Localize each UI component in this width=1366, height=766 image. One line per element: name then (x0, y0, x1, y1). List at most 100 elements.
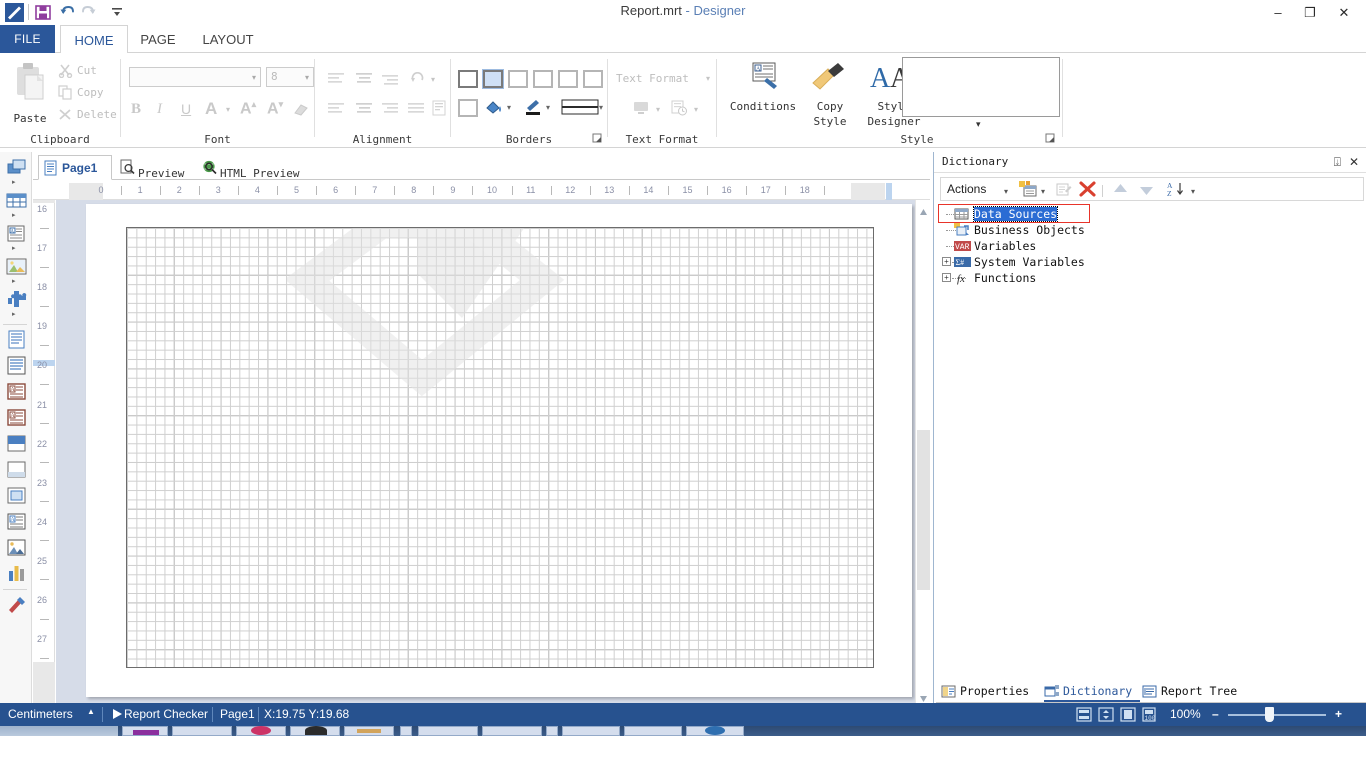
vertical-ruler[interactable]: 161718192021222324252627 (33, 200, 55, 703)
report-page-sheet[interactable] (86, 204, 912, 697)
panel-tab-properties[interactable]: Properties (941, 683, 1037, 702)
text-format-monitor-button[interactable] (632, 99, 650, 122)
chevron-down-icon[interactable]: ▾ (507, 103, 511, 112)
border-outline-button[interactable] (483, 70, 503, 88)
components-tool[interactable] (6, 289, 27, 310)
units-caret-icon[interactable]: ▲ (87, 707, 95, 716)
view-actual-size-icon[interactable]: 100 (1142, 707, 1158, 722)
band-tool[interactable] (6, 157, 27, 178)
taskbar-item[interactable] (122, 726, 168, 736)
move-up-icon[interactable] (1113, 183, 1128, 201)
sub-report-tool[interactable]: A (6, 407, 27, 428)
close-button[interactable]: ✕ (1328, 4, 1360, 22)
align-right-button[interactable] (381, 73, 401, 92)
taskbar-item[interactable] (172, 726, 232, 736)
report-design-grid[interactable] (126, 227, 874, 668)
move-down-icon[interactable] (1139, 183, 1154, 201)
conditions-button[interactable]: A Conditions (729, 61, 797, 113)
word-wrap-button[interactable] (431, 99, 449, 122)
dictionary-tree[interactable]: Data Sources Business Objects VAR Variab… (940, 206, 1364, 766)
sort-az-icon[interactable]: AZ (1167, 181, 1185, 203)
tab-file[interactable]: FILE (0, 25, 55, 53)
align-left-button[interactable] (327, 71, 347, 90)
close-icon[interactable]: ✕ (1349, 155, 1359, 169)
view-continuous-icon[interactable] (1098, 707, 1114, 722)
table-tool-arrow-icon[interactable]: ▸ (12, 212, 20, 220)
rich-text-tool[interactable] (6, 355, 27, 376)
style-gallery-more-icon[interactable]: ▾ (976, 119, 981, 130)
fill-color-button[interactable] (484, 97, 504, 122)
taskbar-item[interactable] (546, 726, 558, 736)
table-cell-tool[interactable]: A (6, 511, 27, 532)
tab-page[interactable]: PAGE (132, 25, 184, 53)
border-style-button[interactable] (561, 99, 599, 120)
chevron-down-icon[interactable]: ▾ (694, 105, 698, 114)
chevron-down-icon[interactable]: ▾ (546, 103, 550, 112)
border-bottom-button[interactable] (533, 70, 553, 88)
copy-style-button[interactable]: Copy Style (802, 61, 858, 128)
edit-icon[interactable] (1056, 182, 1072, 202)
border-right-button[interactable] (583, 70, 603, 88)
copy-button[interactable]: Copy (58, 83, 116, 103)
delete-icon[interactable] (1079, 181, 1096, 203)
panel-tab-report-tree[interactable]: Report Tree (1142, 683, 1248, 702)
canvas-vertical-scrollbar[interactable] (915, 200, 930, 703)
components-tool-arrow-icon[interactable]: ▸ (12, 311, 20, 319)
underline-button[interactable]: U (181, 101, 191, 117)
style-gallery[interactable] (902, 57, 1060, 117)
restore-button[interactable]: ❐ (1294, 4, 1326, 22)
page-tab-page1[interactable]: Page1 (38, 155, 112, 180)
taskbar-item[interactable] (482, 726, 542, 736)
border-top-button[interactable] (508, 70, 528, 88)
paste-button[interactable]: Paste (6, 61, 54, 125)
align-bottom-button[interactable] (381, 101, 401, 120)
text-format-dropdown[interactable]: Text Format ▾ (616, 71, 712, 89)
scroll-down-icon[interactable] (919, 690, 928, 699)
band-tool-arrow-icon[interactable]: ▸ (12, 179, 20, 187)
table-tool[interactable] (6, 190, 27, 211)
tab-layout[interactable]: LAYOUT (192, 25, 264, 53)
zoom-out-button[interactable]: – (1212, 707, 1219, 721)
chevron-down-icon[interactable]: ▾ (431, 75, 435, 84)
font-family-combo[interactable]: ▾ (129, 67, 261, 87)
taskbar-item[interactable] (686, 726, 744, 736)
tab-home[interactable]: HOME (60, 25, 128, 54)
align-middle-button[interactable] (355, 101, 375, 120)
cross-tab-tool-arrow-icon[interactable]: ▸ (12, 245, 20, 253)
actions-menu-label[interactable]: Actions (947, 182, 986, 196)
scroll-up-icon[interactable] (919, 204, 928, 213)
font-color-button[interactable]: A (205, 99, 217, 119)
picture-tool[interactable] (6, 537, 27, 558)
container-tool[interactable] (6, 485, 27, 506)
taskbar-item[interactable] (624, 726, 682, 736)
status-report-checker[interactable]: Report Checker (124, 707, 208, 721)
expand-icon[interactable]: + (942, 273, 951, 282)
minimize-button[interactable]: – (1262, 4, 1294, 22)
panel-tab-dictionary[interactable]: Dictionary (1044, 683, 1140, 702)
clone-panel-tool[interactable] (6, 459, 27, 480)
taskbar-item[interactable] (290, 726, 340, 736)
canvas-scroll-thumb[interactable] (917, 430, 930, 590)
border-left-button[interactable] (558, 70, 578, 88)
taskbar-item[interactable] (344, 726, 394, 736)
text-tool[interactable] (6, 329, 27, 350)
align-top-button[interactable] (327, 101, 347, 120)
shrink-font-button[interactable]: A▾ (267, 99, 283, 118)
chevron-down-icon[interactable]: ▾ (1041, 187, 1045, 196)
grow-font-button[interactable]: A▴ (240, 99, 256, 118)
chevron-down-icon[interactable]: ▾ (599, 103, 603, 112)
report-canvas-area[interactable] (56, 200, 930, 703)
zoom-slider-track[interactable] (1228, 714, 1326, 716)
clear-formatting-icon[interactable] (293, 101, 309, 122)
image-tool-arrow-icon[interactable]: ▸ (12, 278, 20, 286)
chart-tool[interactable] (6, 563, 27, 584)
page-tab-html-preview[interactable]: HTML Preview (198, 155, 318, 180)
borders-dialog-launcher[interactable] (592, 133, 602, 145)
panel-tool[interactable] (6, 433, 27, 454)
view-one-page-icon[interactable] (1120, 707, 1136, 722)
border-color-button[interactable] (523, 97, 543, 122)
italic-button[interactable]: I (157, 101, 162, 118)
chevron-down-icon[interactable]: ▾ (1191, 187, 1195, 196)
text-rotation-button[interactable] (409, 70, 427, 93)
image-tool[interactable] (6, 256, 27, 277)
